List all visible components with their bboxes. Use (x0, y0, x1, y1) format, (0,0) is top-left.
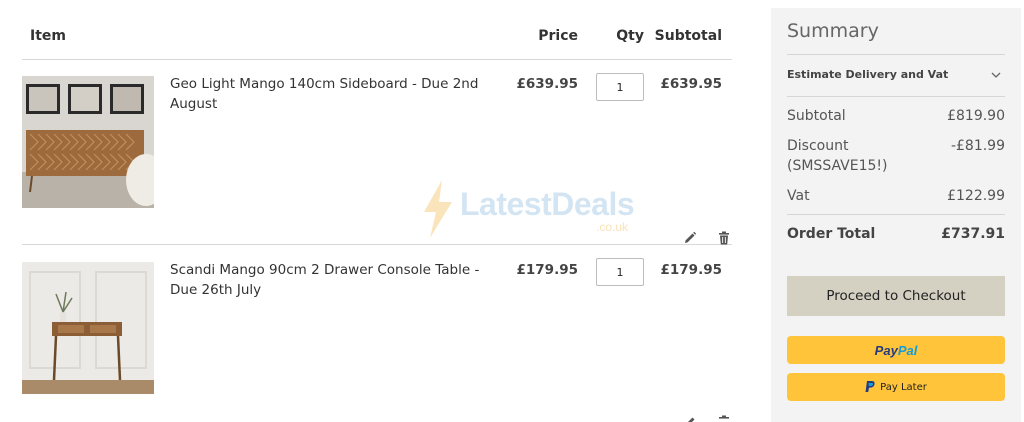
estimate-delivery-toggle[interactable]: Estimate Delivery and Vat (787, 68, 948, 81)
vat-label: Vat (787, 188, 810, 204)
pay-later-label: Pay Later (880, 381, 927, 393)
trash-icon[interactable] (716, 414, 732, 422)
product-price: £639.95 (516, 76, 579, 92)
edit-icon[interactable] (682, 414, 698, 422)
edit-icon[interactable] (682, 230, 698, 246)
subtotal-label: Subtotal (787, 108, 846, 124)
divider (787, 54, 1005, 55)
header-qty: Qty (616, 28, 644, 44)
order-summary-panel: Summary Estimate Delivery and Vat Subtot… (771, 8, 1021, 422)
order-total-label: Order Total (787, 226, 876, 242)
discount-value: -£81.99 (950, 138, 1005, 154)
chevron-down-icon[interactable] (990, 66, 1002, 78)
header-subtotal: Subtotal (654, 28, 722, 44)
cart-table: Item Price Qty Subtotal Geo Light Mango … (22, 0, 732, 422)
vat-value: £122.99 (947, 188, 1005, 204)
summary-subtotal-row: Subtotal £819.90 (787, 106, 1005, 126)
product-image-console-table[interactable] (22, 262, 154, 394)
product-subtotal: £179.95 (660, 262, 723, 278)
subtotal-value: £819.90 (947, 108, 1005, 124)
summary-discount-row: Discount (SMSSAVE15!) -£81.99 (787, 136, 1005, 178)
cart-table-header: Item Price Qty Subtotal (22, 0, 732, 60)
product-name[interactable]: Geo Light Mango 140cm Sideboard - Due 2n… (170, 74, 510, 114)
summary-title: Summary (787, 20, 879, 42)
summary-total-row: Order Total £737.91 (787, 224, 1005, 244)
product-image-sideboard[interactable] (22, 76, 154, 208)
divider (787, 214, 1005, 215)
trash-icon[interactable] (716, 230, 732, 246)
header-price: Price (538, 28, 578, 44)
cart-row: Scandi Mango 90cm 2 Drawer Console Table… (22, 246, 732, 422)
cart-row: Geo Light Mango 140cm Sideboard - Due 2n… (22, 60, 732, 245)
quantity-input[interactable] (596, 258, 644, 286)
paypal-logo: PayPal (875, 343, 918, 358)
header-item: Item (30, 28, 66, 44)
proceed-to-checkout-button[interactable]: Proceed to Checkout (787, 276, 1005, 316)
order-total-value: £737.91 (941, 226, 1005, 242)
paypal-logo-pal: Pal (897, 342, 918, 358)
pay-later-button[interactable]: Pay Later (787, 373, 1005, 401)
product-price: £179.95 (516, 262, 579, 278)
paypal-icon (865, 381, 875, 392)
paypal-button[interactable]: PayPal (787, 336, 1005, 364)
discount-label: Discount (SMSSAVE15!) (787, 138, 888, 174)
paypal-logo-pay: Pay (874, 342, 898, 358)
divider (787, 96, 1005, 97)
quantity-input[interactable] (596, 73, 644, 101)
summary-vat-row: Vat £122.99 (787, 186, 1005, 206)
product-name[interactable]: Scandi Mango 90cm 2 Drawer Console Table… (170, 260, 510, 300)
product-subtotal: £639.95 (660, 76, 723, 92)
